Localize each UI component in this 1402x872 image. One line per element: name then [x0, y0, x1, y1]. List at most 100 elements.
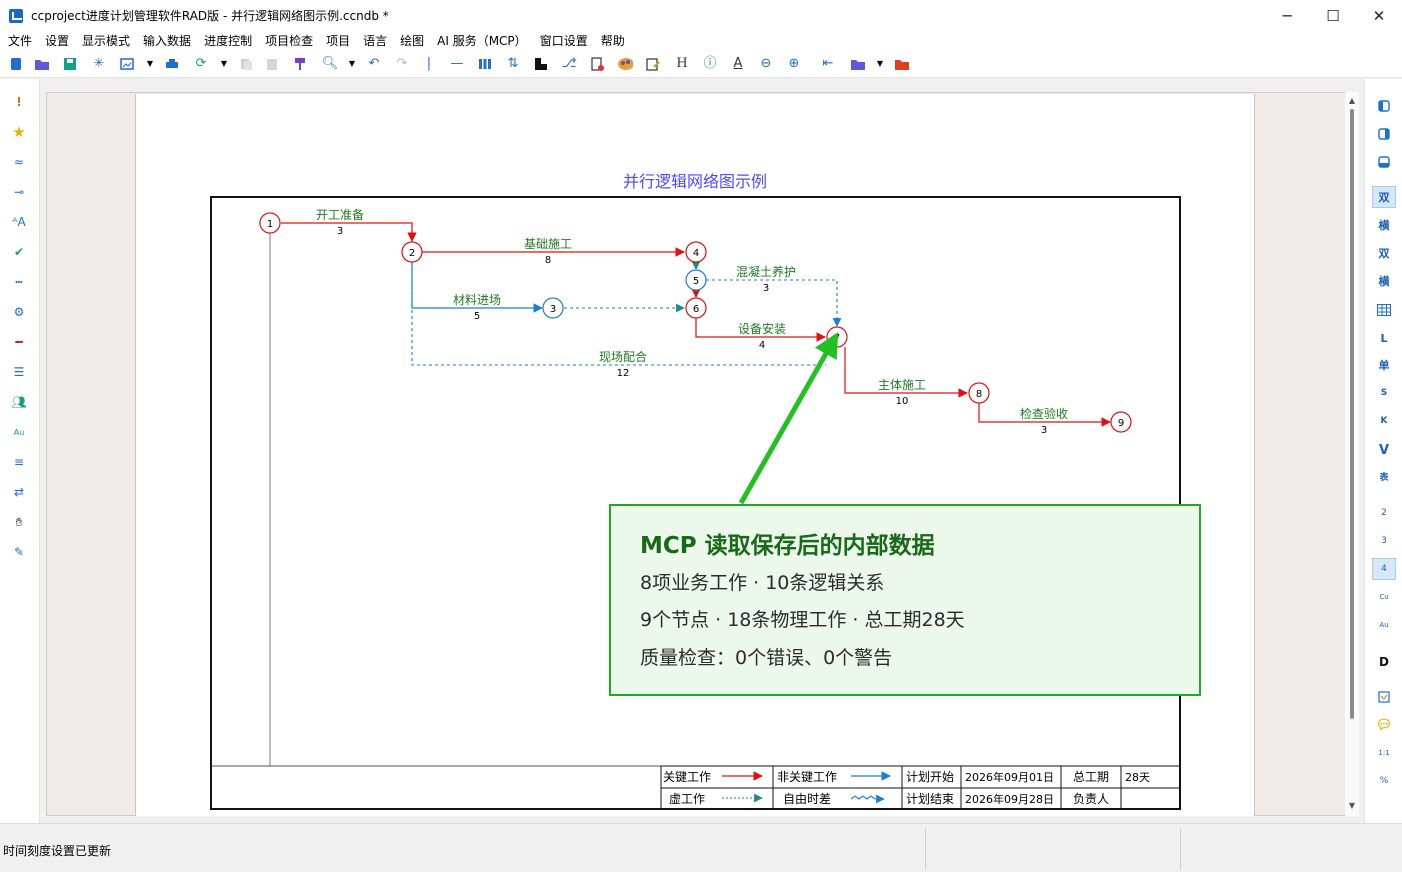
check-icon[interactable]: ✔	[10, 243, 28, 261]
mode-horizontal[interactable]: 横	[1372, 214, 1396, 236]
node-6[interactable]: 6	[685, 297, 707, 319]
mode-horizontal-alt[interactable]: 横	[1372, 270, 1396, 292]
mode-double-code-alt[interactable]: 双	[1372, 242, 1396, 264]
zoom-percent[interactable]: %	[1372, 770, 1396, 792]
node-1[interactable]: 1	[259, 212, 281, 234]
node-2[interactable]: 2	[401, 241, 423, 263]
info-icon[interactable]: ⓘ	[702, 56, 718, 72]
folder-icon[interactable]	[850, 56, 866, 72]
text-a-icon[interactable]: A	[730, 56, 746, 72]
mode-l[interactable]: L	[1372, 327, 1396, 349]
mode-v[interactable]: V	[1372, 439, 1396, 461]
image-export-icon[interactable]	[119, 56, 135, 72]
edit-note-icon[interactable]	[645, 56, 661, 72]
vertical-scrollbar[interactable]: ▲ ▼	[1345, 92, 1359, 816]
format-painter-icon[interactable]	[292, 56, 308, 72]
save-icon[interactable]	[62, 56, 78, 72]
undo-icon[interactable]: ↶	[366, 56, 382, 72]
route-icon[interactable]: ⎇	[561, 56, 577, 72]
columns-icon[interactable]	[477, 56, 493, 72]
menu-language[interactable]: 语言	[358, 32, 392, 49]
mode-d[interactable]: D	[1372, 651, 1396, 673]
menu-settings[interactable]: 设置	[40, 32, 74, 49]
menu-project[interactable]: 项目	[321, 32, 355, 49]
node-5[interactable]: 5	[685, 269, 707, 291]
folder-dropdown-icon[interactable]: ▼	[872, 56, 888, 72]
menu-display-mode[interactable]: 显示模式	[77, 32, 135, 49]
node-4[interactable]: 4	[685, 241, 707, 263]
star-burst-icon[interactable]: ✳	[91, 56, 107, 72]
collapse-icon[interactable]: ⇤	[820, 56, 836, 72]
node-8[interactable]: 8	[968, 382, 990, 404]
menu-window-settings[interactable]: 窗口设置	[535, 32, 593, 49]
calendar-icon[interactable]	[1372, 686, 1396, 708]
redo-icon[interactable]: ↷	[394, 56, 410, 72]
mode-table[interactable]: 表	[1372, 465, 1396, 487]
zoom-dropdown-icon[interactable]: ▼	[344, 56, 360, 72]
text-h-icon[interactable]: H	[674, 56, 690, 72]
layout-left-icon[interactable]	[1372, 95, 1396, 117]
sort-icon[interactable]: ⇅	[505, 56, 521, 72]
print-icon[interactable]	[164, 56, 180, 72]
level-4[interactable]: 4	[1372, 558, 1396, 580]
mode-double-code[interactable]: 双	[1372, 186, 1396, 208]
horizontal-line-icon[interactable]: —	[449, 56, 465, 72]
menu-progress-control[interactable]: 进度控制	[199, 32, 257, 49]
node-3[interactable]: 3	[542, 297, 564, 319]
au-label-icon[interactable]: Au	[10, 423, 28, 441]
task-check-icon[interactable]	[589, 56, 605, 72]
pen-icon[interactable]: ✎	[10, 543, 28, 561]
zoom-actual-size[interactable]: 1:1	[1372, 742, 1396, 764]
mode-k[interactable]: K	[1372, 410, 1396, 432]
mode-single[interactable]: 单	[1372, 354, 1396, 376]
copy-icon[interactable]	[238, 56, 254, 72]
menu-file[interactable]: 文件	[3, 32, 37, 49]
swap-icon[interactable]: ⇄	[10, 483, 28, 501]
zoom-search-icon[interactable]: 🔍︎	[322, 56, 339, 72]
mode-cu[interactable]: Cu	[1372, 586, 1396, 608]
refresh-dropdown-icon[interactable]: ▼	[216, 56, 232, 72]
red-folder-icon[interactable]	[894, 56, 910, 72]
open-folder-icon[interactable]	[34, 56, 50, 72]
close-button[interactable]: ✕	[1356, 0, 1402, 31]
link-arrow-icon[interactable]: ⊸	[10, 183, 28, 201]
level-2[interactable]: 2	[1372, 502, 1396, 524]
new-file-icon[interactable]	[8, 56, 24, 72]
wave-icon[interactable]: ≈	[10, 153, 28, 171]
zoom-in-icon[interactable]: ⊕	[786, 56, 802, 72]
zoom-out-icon[interactable]: ⊖	[758, 56, 774, 72]
paste-icon[interactable]	[264, 56, 280, 72]
comment-icon[interactable]: 💬︎	[1372, 714, 1396, 736]
dotted-line-icon[interactable]: ┅	[10, 273, 28, 291]
node-9[interactable]: 9	[1110, 411, 1132, 433]
font-size-icon[interactable]: ᴬA	[10, 213, 28, 231]
table-icon[interactable]	[1372, 299, 1396, 321]
refresh-icon[interactable]: ⟳	[193, 56, 209, 72]
users-icon[interactable]: 👥︎	[10, 393, 28, 411]
layout-bottom-icon[interactable]	[1372, 151, 1396, 173]
scroll-up-icon[interactable]: ▲	[1347, 96, 1357, 106]
scrollbar-thumb[interactable]	[1350, 109, 1354, 719]
menu-help[interactable]: 帮助	[596, 32, 630, 49]
level-3[interactable]: 3	[1372, 530, 1396, 552]
star-icon[interactable]: ★	[10, 123, 28, 141]
scroll-down-icon[interactable]: ▼	[1347, 801, 1357, 811]
red-line-icon[interactable]: ━	[10, 333, 28, 351]
sort-list-icon[interactable]: ☰	[10, 363, 28, 381]
vertical-line-icon[interactable]: |	[421, 56, 437, 72]
mode-au[interactable]: Au	[1372, 614, 1396, 636]
resource-icon[interactable]	[617, 56, 633, 72]
maximize-button[interactable]: ☐	[1310, 0, 1356, 31]
hand-icon[interactable]: ✋︎	[10, 513, 28, 531]
menu-input-data[interactable]: 输入数据	[138, 32, 196, 49]
menu-drawing[interactable]: 绘图	[395, 32, 429, 49]
gear-icon[interactable]: ⚙	[10, 303, 28, 321]
export-dropdown-icon[interactable]: ▼	[142, 56, 158, 72]
layout-right-icon[interactable]	[1372, 123, 1396, 145]
mode-s[interactable]: S	[1372, 382, 1396, 404]
menu-project-check[interactable]: 项目检查	[260, 32, 318, 49]
minimize-button[interactable]: ─	[1264, 0, 1310, 31]
contrast-icon[interactable]	[533, 56, 549, 72]
menu-ai-service[interactable]: AI 服务（MCP）	[432, 32, 532, 49]
alert-icon[interactable]: !	[10, 93, 28, 111]
